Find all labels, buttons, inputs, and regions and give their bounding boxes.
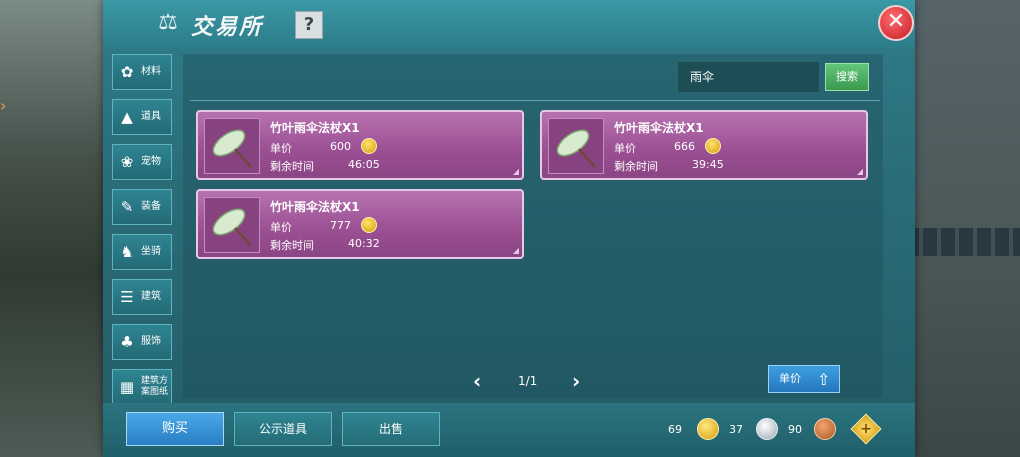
silver-coin-icon — [756, 418, 778, 440]
price-label: 单价 — [270, 142, 292, 155]
price-value: 666 — [674, 140, 695, 153]
corner-mark-icon: ◢ — [856, 167, 863, 176]
bamboo-umbrella-icon — [204, 197, 260, 253]
background-scene-left — [0, 0, 105, 457]
sort-label: 单价 — [779, 372, 801, 385]
page-indicator: 1/1 — [518, 374, 538, 388]
listing-card[interactable]: 竹叶雨伞法杖X1 单价 600 剩余时间 46:05 ◢ — [196, 110, 524, 180]
gold-amount: 69 — [668, 423, 682, 436]
sidebar-item-label: 宠物 — [141, 156, 161, 167]
price-value: 777 — [330, 219, 351, 232]
sidebar-item-label: 坐骑 — [141, 246, 161, 257]
bamboo-umbrella-icon — [204, 118, 260, 174]
item-icon: ▲ — [121, 108, 133, 126]
sidebar-item-label: 建筑 — [141, 291, 161, 302]
time-remaining: 46:05 — [348, 158, 380, 171]
scale-icon: ⚖ — [158, 10, 178, 35]
sidebar-item-label: 建筑方案图纸 — [141, 376, 169, 397]
tab-buy[interactable]: 购买 — [126, 412, 224, 446]
background-railing — [905, 228, 1020, 256]
search-input[interactable]: 雨伞 — [677, 61, 820, 93]
price-label: 单价 — [270, 221, 292, 234]
price-value: 600 — [330, 140, 351, 153]
close-button[interactable]: ✕ — [878, 5, 914, 41]
blueprint-icon: ▦ — [119, 378, 135, 396]
divider — [190, 100, 880, 101]
time-remaining: 40:32 — [348, 237, 380, 250]
corner-mark-icon: ◢ — [512, 167, 519, 176]
tab-publish[interactable]: 公示道具 — [234, 412, 332, 446]
copper-amount: 90 — [788, 423, 802, 436]
title-bar: ⚖ 交易所 ? — [103, 0, 915, 48]
sidebar-item-blueprints[interactable]: ▦ 建筑方案图纸 — [112, 369, 172, 405]
side-expand-arrow-icon[interactable]: › — [0, 96, 6, 115]
sidebar-item-mounts[interactable]: ♞ 坐骑 — [112, 234, 172, 270]
gold-coin-icon — [361, 138, 377, 154]
copper-coin-icon — [814, 418, 836, 440]
clothing-icon: ♣ — [120, 333, 134, 351]
sidebar-item-materials[interactable]: ✿ 材料 — [112, 54, 172, 90]
listing-name: 竹叶雨伞法杖X1 — [614, 121, 704, 135]
listing-card[interactable]: 竹叶雨伞法杖X1 单价 777 剩余时间 40:32 ◢ — [196, 189, 524, 259]
silver-amount: 37 — [729, 423, 743, 436]
sidebar-item-label: 材料 — [141, 66, 161, 77]
time-label: 剩余时间 — [270, 239, 314, 252]
time-label: 剩余时间 — [614, 160, 658, 173]
listing-name: 竹叶雨伞法杖X1 — [270, 121, 360, 135]
pet-paw-icon: ❀ — [120, 153, 134, 171]
sidebar-item-equipment[interactable]: ✎ 装备 — [112, 189, 172, 225]
listing-name: 竹叶雨伞法杖X1 — [270, 200, 360, 214]
sidebar-item-clothing[interactable]: ♣ 服饰 — [112, 324, 172, 360]
listing-card[interactable]: 竹叶雨伞法杖X1 单价 666 剩余时间 39:45 ◢ — [540, 110, 868, 180]
equipment-icon: ✎ — [120, 198, 134, 216]
help-button[interactable]: ? — [295, 11, 323, 39]
sidebar-item-pets[interactable]: ❀ 宠物 — [112, 144, 172, 180]
sort-ascending-icon: ⇧ — [817, 370, 831, 389]
time-label: 剩余时间 — [270, 160, 314, 173]
sidebar-item-label: 道具 — [141, 111, 161, 122]
sidebar-item-buildings[interactable]: ☰ 建筑 — [112, 279, 172, 315]
search-button[interactable]: 搜索 — [825, 63, 869, 91]
gold-coin-icon — [697, 418, 719, 440]
corner-mark-icon: ◢ — [512, 246, 519, 255]
gold-coin-icon — [361, 217, 377, 233]
materials-icon: ✿ — [120, 63, 134, 81]
bamboo-umbrella-icon — [548, 118, 604, 174]
search-value: 雨伞 — [690, 70, 715, 84]
tab-sell[interactable]: 出售 — [342, 412, 440, 446]
sidebar-item-props[interactable]: ▲ 道具 — [112, 99, 172, 135]
mount-icon: ♞ — [120, 243, 134, 261]
window-title: 交易所 — [191, 15, 264, 40]
next-page-icon[interactable]: › — [572, 369, 580, 393]
time-remaining: 39:45 — [692, 158, 724, 171]
prev-page-icon[interactable]: ‹ — [473, 369, 481, 393]
gold-coin-icon — [705, 138, 721, 154]
price-label: 单价 — [614, 142, 636, 155]
building-icon: ☰ — [120, 288, 134, 306]
category-sidebar: ✿ 材料 ▲ 道具 ❀ 宠物 ✎ 装备 ♞ 坐骑 ☰ 建筑 ♣ 服饰 ▦ 建筑方… — [112, 54, 174, 414]
sort-by-price-button[interactable]: 单价 ⇧ — [768, 365, 840, 393]
sidebar-item-label: 装备 — [141, 201, 161, 212]
sidebar-item-label: 服饰 — [141, 336, 161, 347]
